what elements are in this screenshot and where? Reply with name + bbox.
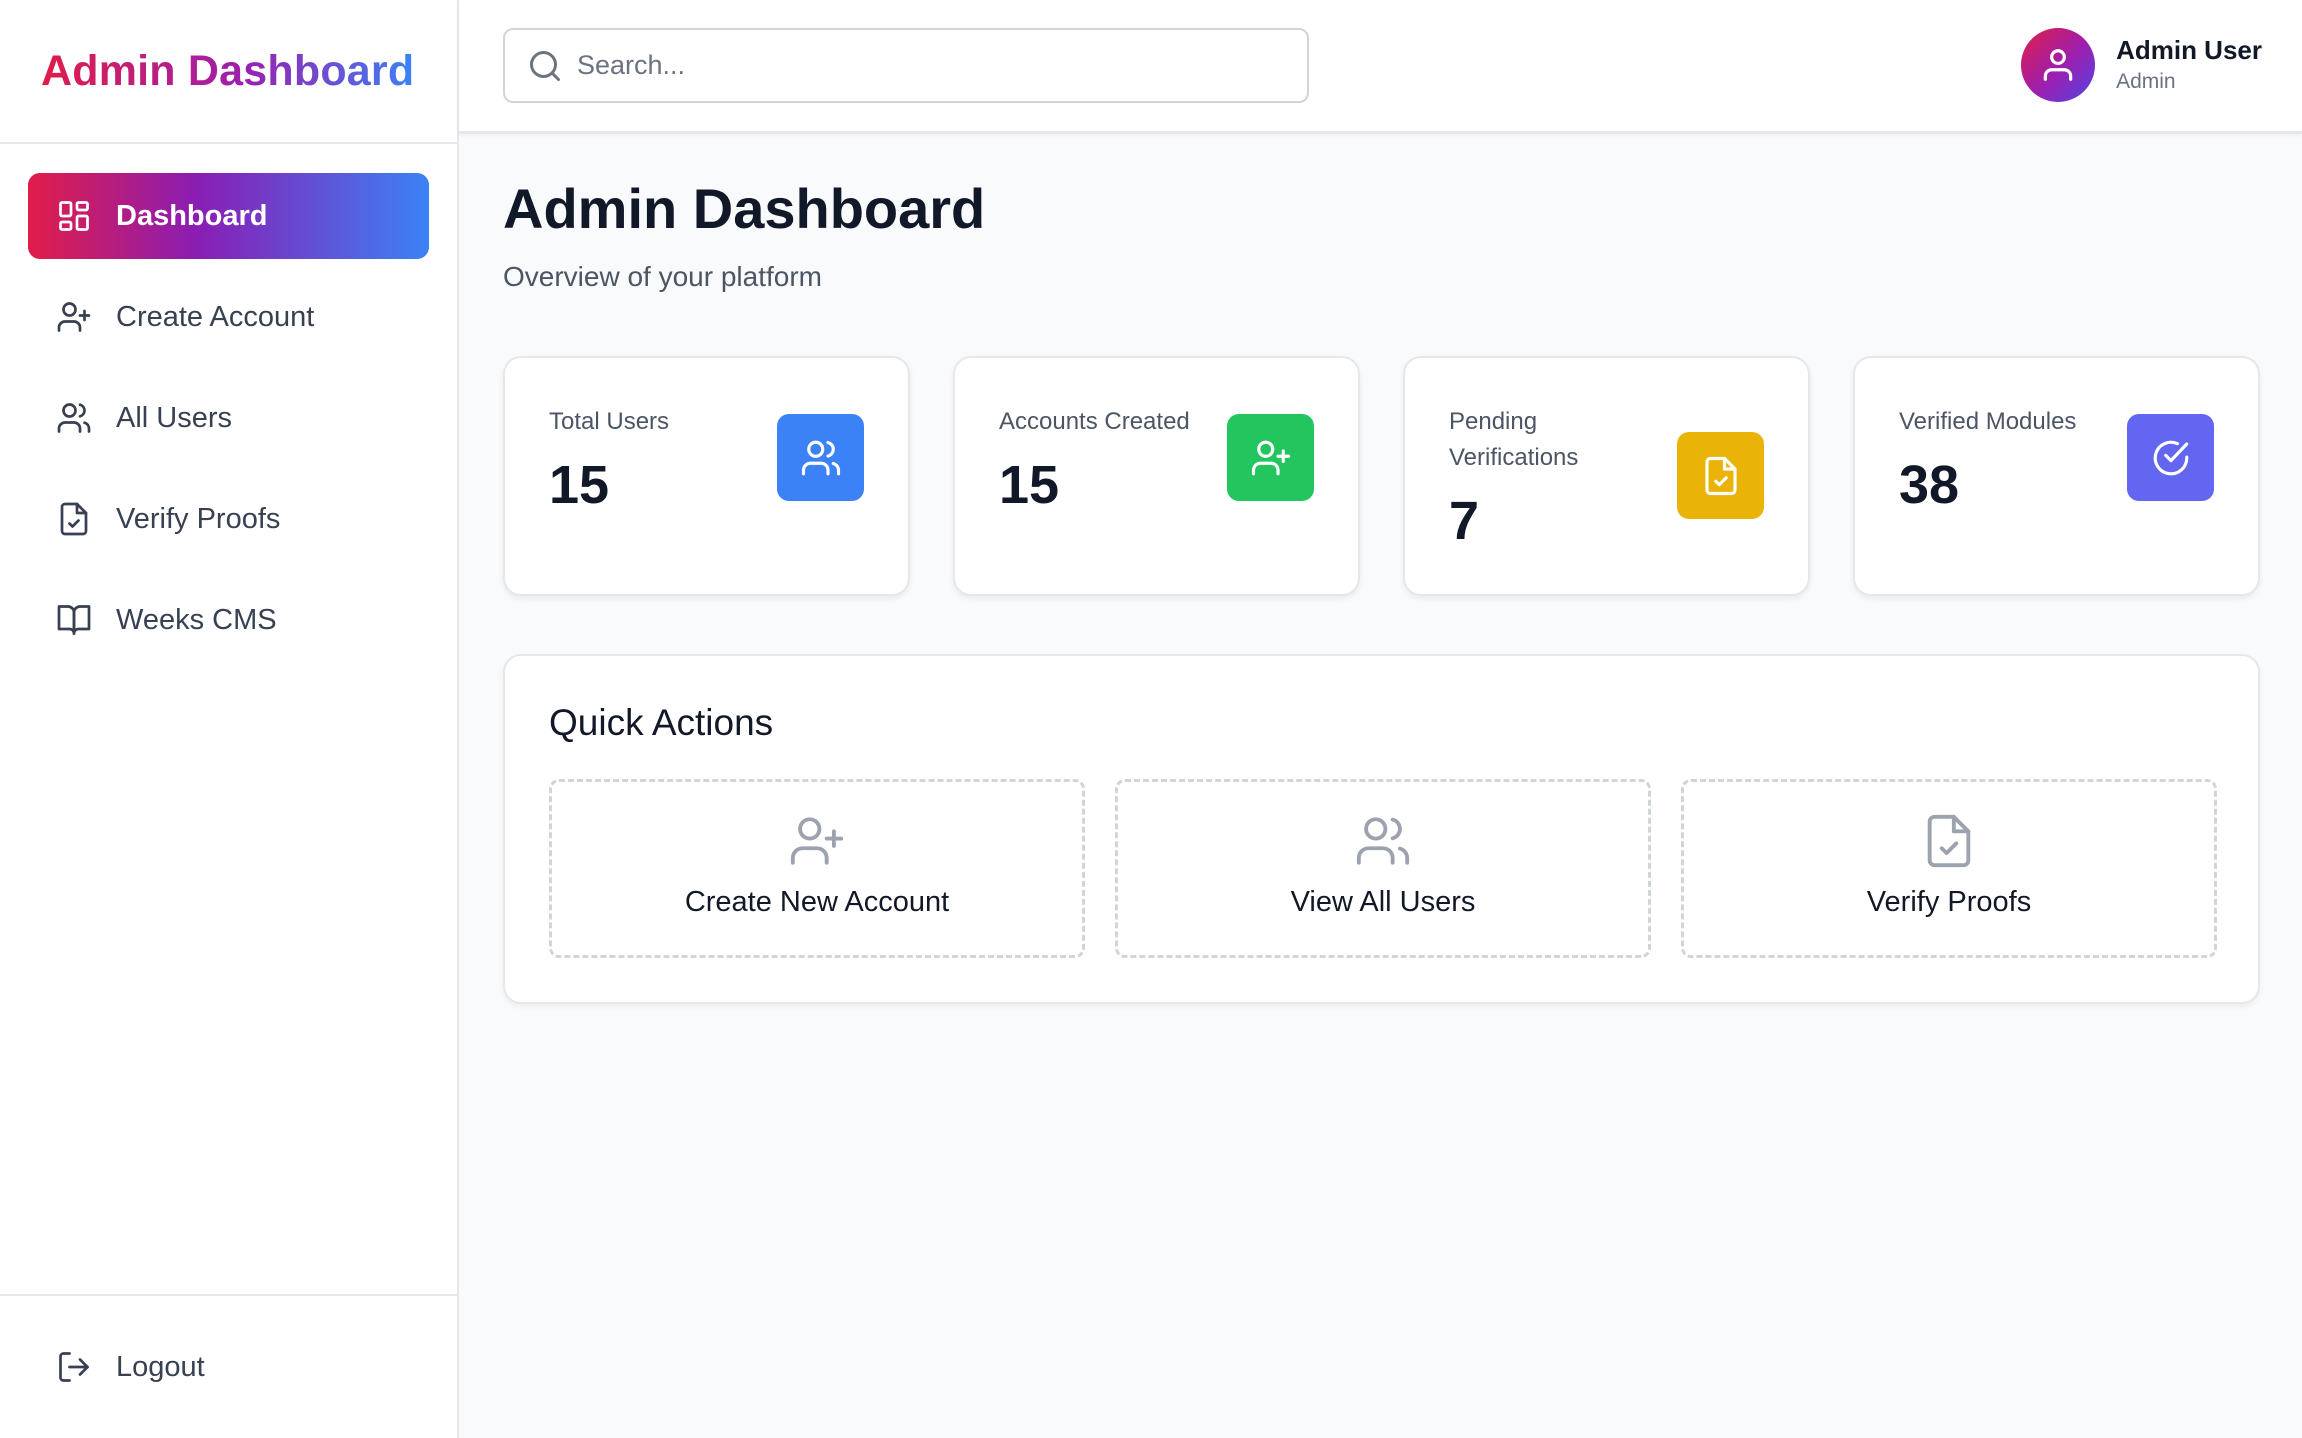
sidebar-item-create-account[interactable]: Create Account (28, 274, 429, 360)
dashboard-grid-icon (56, 198, 92, 234)
quick-actions-panel: Quick Actions Create New Account View Al… (503, 654, 2260, 1004)
book-open-icon (56, 602, 92, 638)
stat-value: 15 (999, 455, 1060, 515)
sidebar-item-weeks-cms[interactable]: Weeks CMS (28, 577, 429, 663)
stat-value: 7 (1449, 491, 1480, 551)
search-input[interactable] (577, 50, 1257, 81)
stat-label: Total Users (549, 408, 670, 435)
check-circle-icon (2127, 414, 2214, 501)
users-icon (1118, 812, 1648, 870)
quick-action-label: View All Users (1290, 886, 1476, 918)
sidebar-item-label: All Users (116, 401, 233, 434)
quick-action-label: Verify Proofs (1866, 886, 2032, 918)
brand: Admin Dashboard (0, 0, 457, 144)
stats-row: Total Users 15 Accounts Created 15 Pendi… (503, 356, 2260, 596)
sidebar-item-label: Weeks CMS (116, 603, 277, 636)
sidebar-item-label: Create Account (116, 300, 315, 333)
user-icon (2043, 49, 2073, 81)
top-header: Admin User Admin (459, 0, 2302, 134)
search-box[interactable] (503, 28, 1309, 103)
sidebar-item-all-users[interactable]: All Users (28, 375, 429, 461)
user-menu[interactable]: Admin User Admin (2021, 28, 2262, 102)
user-plus-icon (552, 812, 1082, 870)
search-icon (530, 50, 560, 81)
sidebar-nav: Dashboard Create Account All Users Verif… (0, 144, 457, 663)
verify-proofs-button[interactable]: Verify Proofs (1681, 779, 2217, 958)
logout-icon (56, 1349, 92, 1385)
stat-card-total-users: Total Users 15 (503, 356, 910, 596)
quick-action-label: Create New Account (684, 886, 950, 918)
stat-card-verified-modules: Verified Modules 38 (1853, 356, 2260, 596)
avatar[interactable] (2021, 28, 2096, 102)
file-check-icon (1684, 812, 2214, 870)
file-check-icon (1677, 432, 1764, 519)
file-check-icon (56, 501, 92, 537)
users-icon (56, 400, 92, 436)
sidebar-item-dashboard[interactable]: Dashboard (28, 173, 429, 259)
user-name: Admin User (2116, 35, 2262, 65)
logout-button[interactable]: Logout (28, 1324, 429, 1410)
sidebar-footer: Logout (0, 1294, 457, 1438)
sidebar-item-label: Dashboard (116, 199, 268, 232)
logout-label: Logout (116, 1350, 205, 1383)
page-title: Admin Dashboard (503, 177, 986, 240)
user-plus-icon (1227, 414, 1314, 501)
sidebar: Admin Dashboard Dashboard Create Account (0, 0, 459, 1438)
user-role: Admin (2116, 70, 2176, 93)
brand-title: Admin Dashboard (41, 46, 415, 95)
user-info: Admin User Admin (2116, 33, 2262, 97)
users-icon (777, 414, 864, 501)
stat-label: Verified Modules (1899, 408, 2077, 435)
page-subtitle: Overview of your platform (503, 261, 822, 292)
create-new-account-button[interactable]: Create New Account (549, 779, 1085, 958)
sidebar-item-verify-proofs[interactable]: Verify Proofs (28, 476, 429, 562)
stat-label: Accounts Created (999, 408, 1190, 435)
stat-value: 38 (1899, 455, 1960, 515)
quick-actions-title: Quick Actions (549, 702, 774, 743)
stat-label: Pending Verifications (1449, 408, 1579, 471)
user-plus-icon (56, 299, 92, 335)
sidebar-item-label: Verify Proofs (116, 502, 281, 535)
view-all-users-button[interactable]: View All Users (1115, 779, 1651, 958)
stat-card-accounts-created: Accounts Created 15 (953, 356, 1360, 596)
stat-card-pending-verifications: Pending Verifications 7 (1403, 356, 1810, 596)
stat-value: 15 (549, 455, 610, 515)
